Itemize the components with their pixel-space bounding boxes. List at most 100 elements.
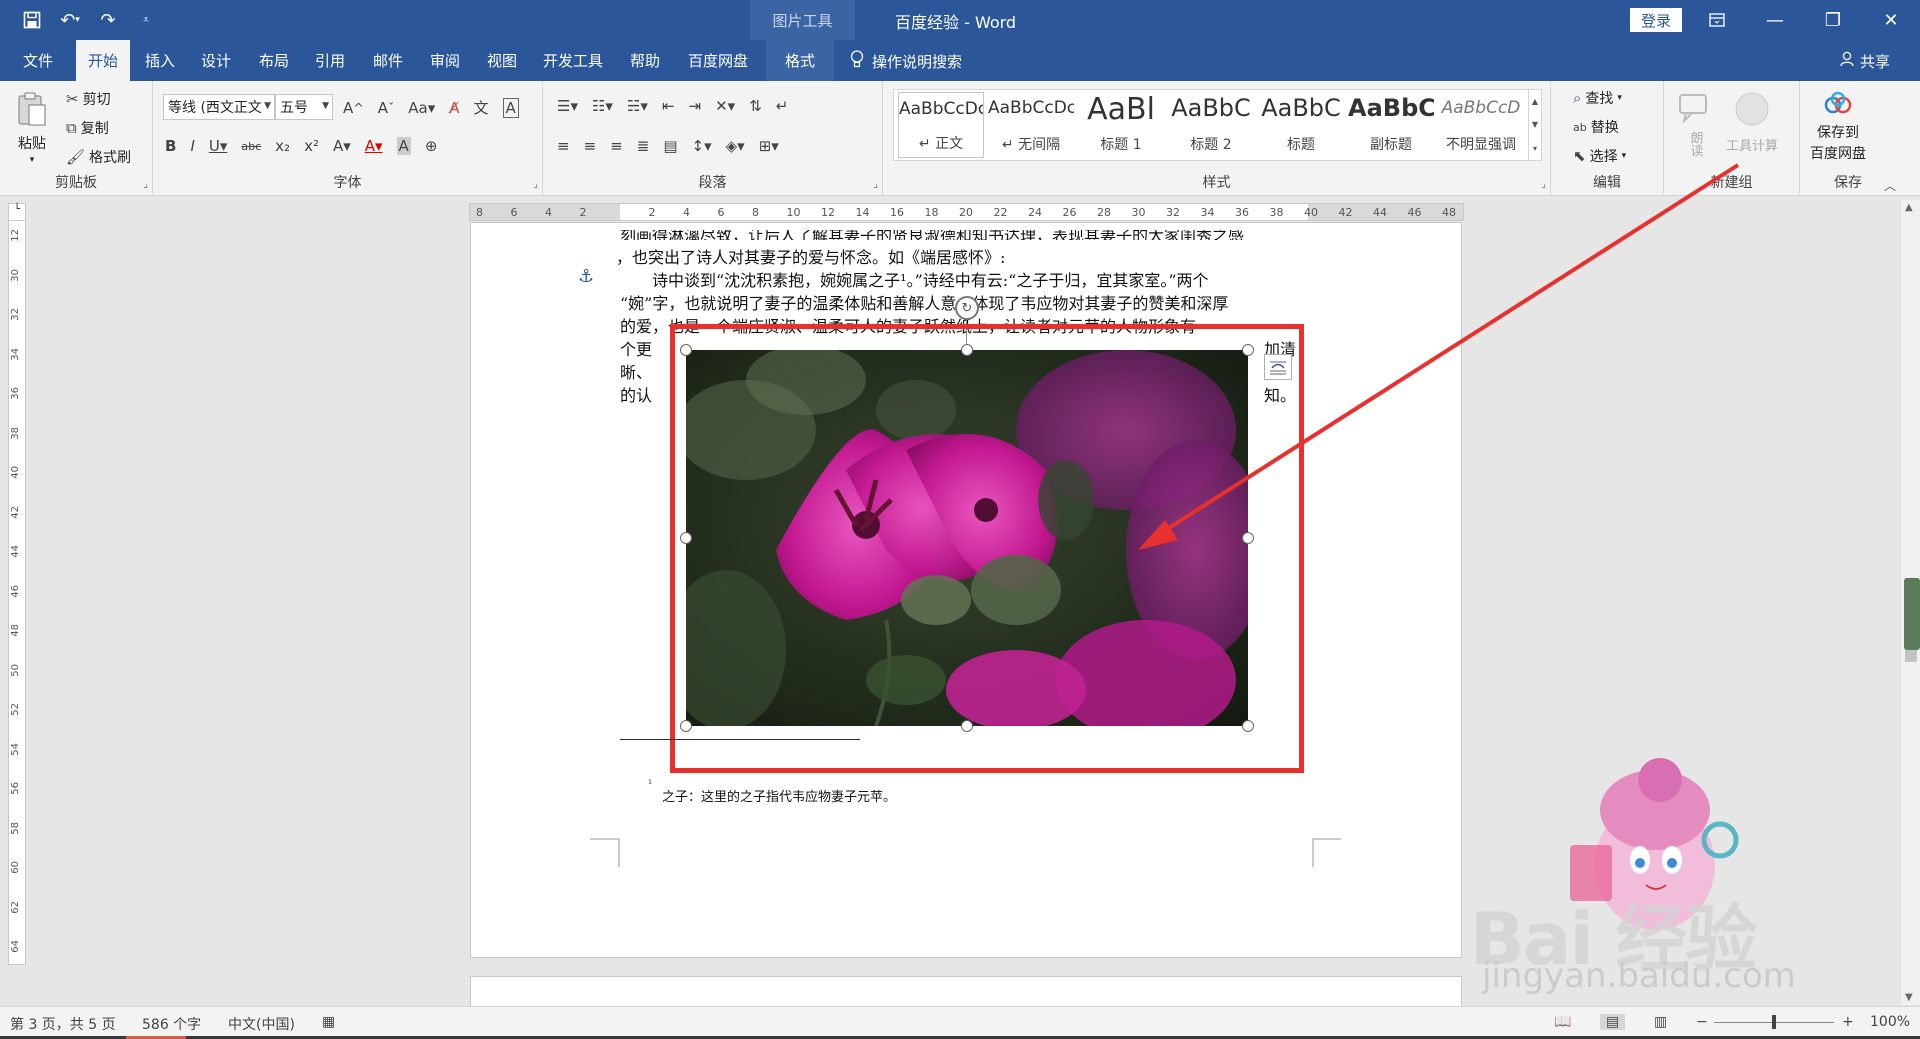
tab-design[interactable]: 设计: [192, 40, 240, 81]
bullets-icon[interactable]: ☰▾: [557, 97, 578, 115]
strikethrough-icon[interactable]: abc: [241, 140, 261, 153]
tab-view[interactable]: 视图: [478, 40, 526, 81]
tab-references[interactable]: 引用: [306, 40, 354, 81]
read-aloud-button[interactable]: 朗读: [1678, 93, 1712, 157]
close-icon[interactable]: ✕: [1862, 0, 1920, 40]
vertical-ruler[interactable]: 12 30 32 34 36 38 40 42 44 46 48 50 52 54 56 58 60 62 64: [8, 220, 26, 965]
paste-button[interactable]: 粘贴 ▾: [16, 91, 48, 165]
character-shading-icon[interactable]: A: [396, 137, 411, 155]
tab-file[interactable]: 文件: [12, 40, 64, 81]
print-layout-icon[interactable]: ▤: [1600, 1014, 1626, 1030]
justify-icon[interactable]: ≣: [637, 137, 650, 155]
align-center-icon[interactable]: ≡: [584, 137, 597, 155]
numbering-icon[interactable]: ☷▾: [592, 97, 613, 115]
wrapped-text-left[interactable]: 个更: [620, 336, 652, 360]
web-layout-icon[interactable]: ▥: [1654, 1014, 1667, 1030]
signin-button[interactable]: 登录: [1630, 8, 1682, 32]
cut-button[interactable]: ✂ 剪切: [66, 89, 111, 109]
document-page-next[interactable]: [470, 976, 1462, 1006]
wrapped-text-left[interactable]: 晰、: [620, 359, 652, 383]
decrease-indent-icon[interactable]: ⇤: [662, 97, 675, 115]
tab-format[interactable]: 格式: [766, 40, 834, 81]
macro-recording-icon[interactable]: ▦: [322, 1014, 335, 1030]
tab-home[interactable]: 开始: [76, 40, 130, 81]
change-case-icon[interactable]: Aa▾: [408, 99, 435, 117]
dialog-launcher-icon[interactable]: ⌟: [873, 179, 878, 190]
increase-indent-icon[interactable]: ⇥: [689, 97, 702, 115]
rotate-handle-icon[interactable]: ↻: [955, 296, 979, 320]
chevron-up-icon[interactable]: ▲: [1532, 97, 1538, 106]
distributed-icon[interactable]: ▤: [663, 137, 677, 155]
italic-icon[interactable]: I: [190, 137, 194, 155]
tools-calc-button[interactable]: 工具计算: [1726, 91, 1778, 154]
zoom-in-icon[interactable]: +: [1842, 1014, 1854, 1030]
chevron-down-icon[interactable]: ▼: [1532, 120, 1538, 129]
style-subtle-emphasis[interactable]: AaBbCcD 不明显强调: [1438, 92, 1524, 158]
wrapped-text-left[interactable]: 的认: [620, 382, 652, 406]
undo-icon[interactable]: ↶ ▾: [58, 8, 82, 32]
save-icon[interactable]: [20, 8, 44, 32]
line-spacing-icon[interactable]: ↕▾: [692, 137, 712, 155]
style-no-spacing[interactable]: AaBbCcDc ↵ 无间隔: [988, 92, 1074, 158]
zoom-out-icon[interactable]: −: [1696, 1014, 1708, 1030]
more-icon[interactable]: ▾: [1533, 144, 1537, 153]
subscript-icon[interactable]: x₂: [275, 137, 290, 155]
font-color-icon[interactable]: A▾: [365, 137, 383, 155]
scroll-down-icon[interactable]: ▼: [1905, 992, 1913, 1003]
zoom-level[interactable]: 100%: [1870, 1014, 1910, 1030]
grow-font-icon[interactable]: A ^: [343, 99, 364, 117]
multilevel-list-icon[interactable]: ☵▾: [627, 97, 648, 115]
tab-baidu-netdisk[interactable]: 百度网盘: [680, 40, 756, 81]
style-title[interactable]: AaBbC 标题: [1258, 92, 1344, 158]
language[interactable]: 中文(中国): [228, 1014, 295, 1034]
side-widget-handle[interactable]: [1904, 578, 1920, 650]
select-button[interactable]: ⬉ 选择 ▾: [1573, 146, 1626, 166]
align-left-icon[interactable]: ≡: [557, 137, 570, 155]
enclosed-char-icon[interactable]: ⊕: [425, 137, 438, 155]
format-painter-button[interactable]: 🖌 格式刷: [66, 147, 131, 167]
font-size-box[interactable]: 五号 ▼: [275, 94, 333, 120]
shading-icon[interactable]: ◈▾: [726, 137, 745, 155]
tab-developer[interactable]: 开发工具: [536, 40, 610, 81]
share-button[interactable]: 共享: [1840, 51, 1890, 72]
ribbon-display-options-icon[interactable]: [1688, 0, 1746, 40]
asian-layout-icon[interactable]: ✕▾: [715, 97, 735, 115]
enclose-characters-icon[interactable]: A: [502, 97, 519, 118]
borders-icon[interactable]: ⊞▾: [759, 137, 779, 155]
dialog-launcher-icon[interactable]: ⌟: [1541, 179, 1546, 190]
zoom-slider-thumb[interactable]: [1772, 1015, 1776, 1029]
style-subtitle[interactable]: AaBbC 副标题: [1348, 92, 1434, 158]
tab-selector[interactable]: └: [8, 203, 26, 221]
show-marks-icon[interactable]: ↵: [776, 97, 789, 115]
replace-button[interactable]: ab 替换: [1573, 117, 1619, 137]
page-count[interactable]: 第 3 页，共 5 页: [10, 1014, 116, 1034]
restore-icon[interactable]: ❐: [1804, 0, 1862, 40]
bold-icon[interactable]: B: [165, 137, 176, 155]
tab-review[interactable]: 审阅: [421, 40, 469, 81]
style-normal[interactable]: AaBbCcDc ↵ 正文: [898, 92, 984, 158]
word-count[interactable]: 586 个字: [142, 1014, 201, 1034]
text-effects-icon[interactable]: A▾: [333, 137, 351, 155]
body-text-line[interactable]: ，也突出了诗人对其妻子的爱与怀念。如《端居感怀》:: [616, 244, 1005, 268]
tab-help[interactable]: 帮助: [620, 40, 670, 81]
tab-insert[interactable]: 插入: [136, 40, 184, 81]
save-to-baidu-button[interactable]: 保存到 百度网盘: [1810, 91, 1866, 163]
body-text-line[interactable]: “婉”字，也就说明了妻子的温柔体贴和善解人意，体现了韦应物对其妻子的赞美和深厚: [620, 290, 1228, 314]
collapse-ribbon-icon[interactable]: ︿: [1884, 177, 1896, 194]
find-button[interactable]: ⌕ 查找 ▾: [1573, 88, 1622, 108]
read-mode-icon[interactable]: 📖: [1554, 1014, 1571, 1030]
style-heading-1[interactable]: AaBl 标题 1: [1078, 92, 1164, 158]
scroll-up-icon[interactable]: ▲: [1905, 202, 1913, 213]
align-right-icon[interactable]: ≡: [610, 137, 623, 155]
phonetic-guide-icon[interactable]: 文: [474, 97, 489, 118]
underline-icon[interactable]: U▾: [209, 137, 228, 155]
redo-icon[interactable]: ↷: [96, 8, 120, 32]
sort-icon[interactable]: ⇅: [749, 97, 762, 115]
dialog-launcher-icon[interactable]: ⌟: [533, 179, 538, 190]
tab-layout[interactable]: 布局: [250, 40, 298, 81]
customize-qat-icon[interactable]: ⩡: [134, 8, 158, 32]
shrink-font-icon[interactable]: Aˇ: [378, 99, 395, 117]
clear-formatting-icon[interactable]: A̸: [449, 99, 459, 117]
tab-mailings[interactable]: 邮件: [364, 40, 412, 81]
styles-gallery-scroll[interactable]: ▲ ▼ ▾: [1528, 89, 1542, 161]
